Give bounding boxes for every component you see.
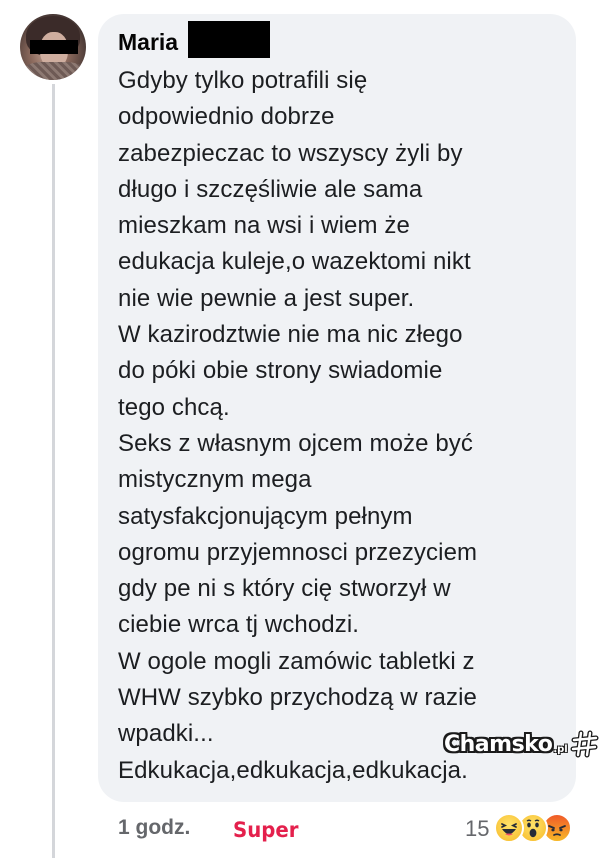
comment-line: tego chcą. [118,393,230,421]
thread-line [52,84,55,858]
comment-line: długo i szczęśliwie ale sama [118,175,423,203]
comment-line: mieszkam na wsi i wiem że [118,212,410,240]
comment-line: Seks z własnym ojcem może być [118,429,474,457]
comment-line: W kazirodztwie nie ma nic złego [118,321,463,349]
avatar-shirt [24,62,84,80]
watermark-hash-icon [570,730,599,758]
author-name-censor-bar [188,21,270,58]
comment-line: W ogole mogli zamówic tabletki z [118,647,475,675]
comment-line: gdy pe ni s który cię stworzył w [118,575,451,603]
avatar[interactable] [20,14,86,80]
reaction-icons[interactable] [494,813,584,845]
comment-line: nie wie pewnie a jest super. [118,284,415,312]
reaction-super-button[interactable]: Super [233,818,299,842]
comment-line: edukacja kuleje,o wazektomi nikt [118,248,471,276]
comment-line: ogromu przyjemnosci przezyciem [118,538,478,566]
comment-line: mistycznym mega [118,466,312,494]
watermark-logo: Chamsko .pl [444,729,600,759]
comment-author-name[interactable]: Maria [118,28,178,56]
avatar-censor-bar [30,40,78,54]
watermark-text: Chamsko [444,731,553,757]
comment-line: ciebie wrca tj wchodzi. [118,611,360,639]
next-comment-author-partial [118,851,228,863]
comment-line: do póki obie strony swiadomie [118,357,443,385]
watermark-suffix: .pl [553,743,568,755]
comment-line: WHW szybko przychodzą w razie [118,684,477,712]
comment-line: odpowiednio dobrze [118,103,335,131]
laugh-emoji-icon [494,813,524,843]
comment-text: Gdyby tylko potrafili się odpowiednio dob… [118,63,570,789]
comment-timestamp[interactable]: 1 godz. [118,816,190,840]
comment-line: Gdyby tylko potrafili się [118,67,368,94]
comment-line: zabezpieczac to wszyscy żyli by [118,139,463,167]
reaction-count[interactable]: 15 [465,816,489,842]
comment-line: satysfakcjonującym pełnym [118,502,413,530]
